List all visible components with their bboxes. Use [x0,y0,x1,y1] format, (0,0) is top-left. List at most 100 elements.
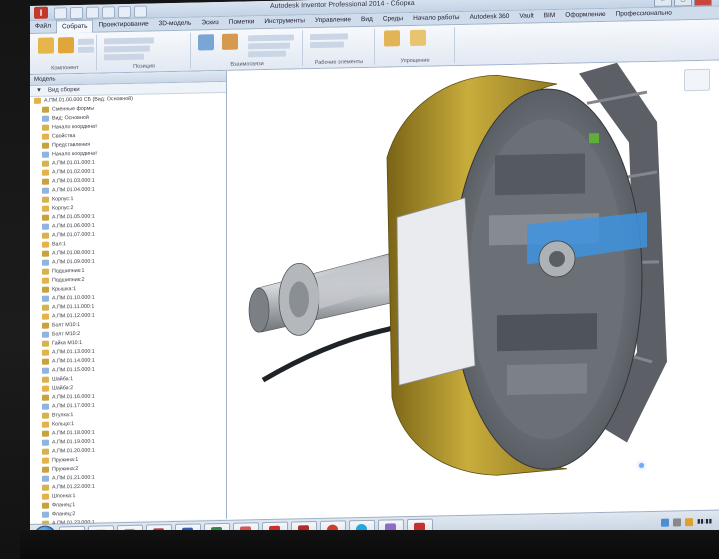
ribbon-tab[interactable]: Начало работы [408,12,465,25]
part-icon [42,484,49,491]
ribbon-command [310,41,344,49]
browser-view-selector[interactable]: Вид сборки [48,85,80,96]
part-icon [42,421,49,428]
close-button[interactable]: × [694,0,712,7]
ribbon-tab[interactable]: Вид [356,14,378,26]
part-icon [42,385,49,392]
part-icon [42,133,49,140]
part-icon [42,268,49,275]
new-file-icon[interactable] [54,7,67,20]
part-icon [42,412,49,419]
part-icon [42,223,49,230]
ribbon-command [104,45,150,53]
ribbon-tab[interactable]: Пометки [224,16,260,29]
ribbon-tab[interactable]: Проектирование [93,18,153,31]
part-icon [42,511,49,518]
ribbon-command [78,38,94,45]
part-icon [42,448,49,455]
part-icon [42,358,49,365]
ribbon-tab[interactable]: Файл [30,20,56,33]
undo-icon[interactable] [102,6,115,19]
tree-item-label: Шайба:1 [52,376,74,383]
ribbon-group-position: Позиция [98,32,191,71]
part-icon [42,367,49,374]
shrinkwrap-icon[interactable] [384,30,400,47]
part-icon [42,187,49,194]
ribbon-group-relationships: Взаимосвязи [192,30,303,69]
tree-item-label: Втулка:1 [52,412,74,419]
part-icon [42,313,49,320]
tree-item-label: Шайба:2 [52,385,74,392]
3d-viewport[interactable] [227,60,719,521]
window-title: Autodesk Inventor Professional 2014 - Сб… [270,0,415,10]
part-icon [42,124,49,131]
tree-item-label: Корпус:2 [52,205,74,212]
ribbon-tab[interactable]: Инструменты [259,15,310,28]
ribbon-tab[interactable]: Среды [378,13,408,26]
volume-icon[interactable] [673,518,682,527]
part-icon [42,196,49,203]
simplify-icon[interactable] [410,29,426,47]
ribbon-group-label: Рабочие элементы [314,59,364,67]
part-icon [42,160,49,167]
print-icon[interactable] [134,5,147,18]
quick-access-toolbar [54,5,147,20]
ribbon-tab[interactable]: Vault [514,10,538,23]
ribbon-group-label: Упрощение [400,57,430,65]
part-icon [42,403,49,410]
part-icon [42,115,49,122]
part-icon [42,142,49,149]
part-icon [42,439,49,446]
ribbon-tab[interactable]: Оформление [560,9,610,22]
place-component-icon[interactable] [38,37,54,54]
part-icon [42,322,49,329]
green-component [589,133,599,144]
part-icon [34,97,41,104]
ribbon-tab[interactable]: Собрать [55,19,94,33]
part-icon [42,214,49,221]
part-icon [42,466,49,473]
network-icon[interactable] [661,518,670,527]
part-icon [42,502,49,509]
part-icon [42,394,49,401]
part-icon [42,151,49,158]
create-component-icon[interactable] [58,37,74,54]
filter-icon[interactable]: ▼ [36,86,42,96]
monitor-chin [20,530,719,559]
constrain-icon[interactable] [198,34,214,51]
ribbon-tab[interactable]: Профессионально [611,7,677,20]
part-icon [42,250,49,257]
part-icon [42,259,49,266]
ribbon-group-label: Компонент [51,64,79,72]
part-icon [42,232,49,239]
language-icon[interactable] [685,518,694,527]
inventor-logo-icon[interactable]: I [34,6,48,19]
minimize-button[interactable]: – [654,0,672,7]
ribbon-command [248,34,294,42]
clock[interactable]: ▮▮:▮▮ [697,518,712,525]
ribbon-command [248,50,286,58]
save-icon[interactable] [86,6,99,19]
ribbon-tab[interactable]: Управление [310,14,356,27]
tree-item-label: Кольцо:1 [52,421,75,428]
screen: I Autodesk Inventor Professional 2014 - … [30,0,719,546]
ribbon-tab[interactable]: Autodesk 360 [465,11,515,24]
ribbon-command [104,37,154,45]
ribbon-group-component: Компонент [34,34,97,72]
ribbon-tab[interactable]: Эскиз [196,17,223,30]
ribbon-tab[interactable]: 3D-модель [154,18,197,31]
part-icon [42,475,49,482]
assembly-model [248,62,667,476]
part-icon [42,457,49,464]
part-icon [42,205,49,212]
ribbon-tab[interactable]: BIM [539,10,561,22]
tree-item-label: Корпус:1 [52,196,74,203]
redo-icon[interactable] [118,5,131,19]
maximize-button[interactable]: □ [674,0,692,7]
ribbon-group-label: Взаимосвязи [230,61,264,68]
joint-icon[interactable] [222,33,238,50]
open-file-icon[interactable] [70,6,83,20]
ribbon-group-work-features: Рабочие элементы [304,28,375,67]
ribbon-group-simplify: Упрощение [376,27,455,65]
part-icon [42,169,49,176]
